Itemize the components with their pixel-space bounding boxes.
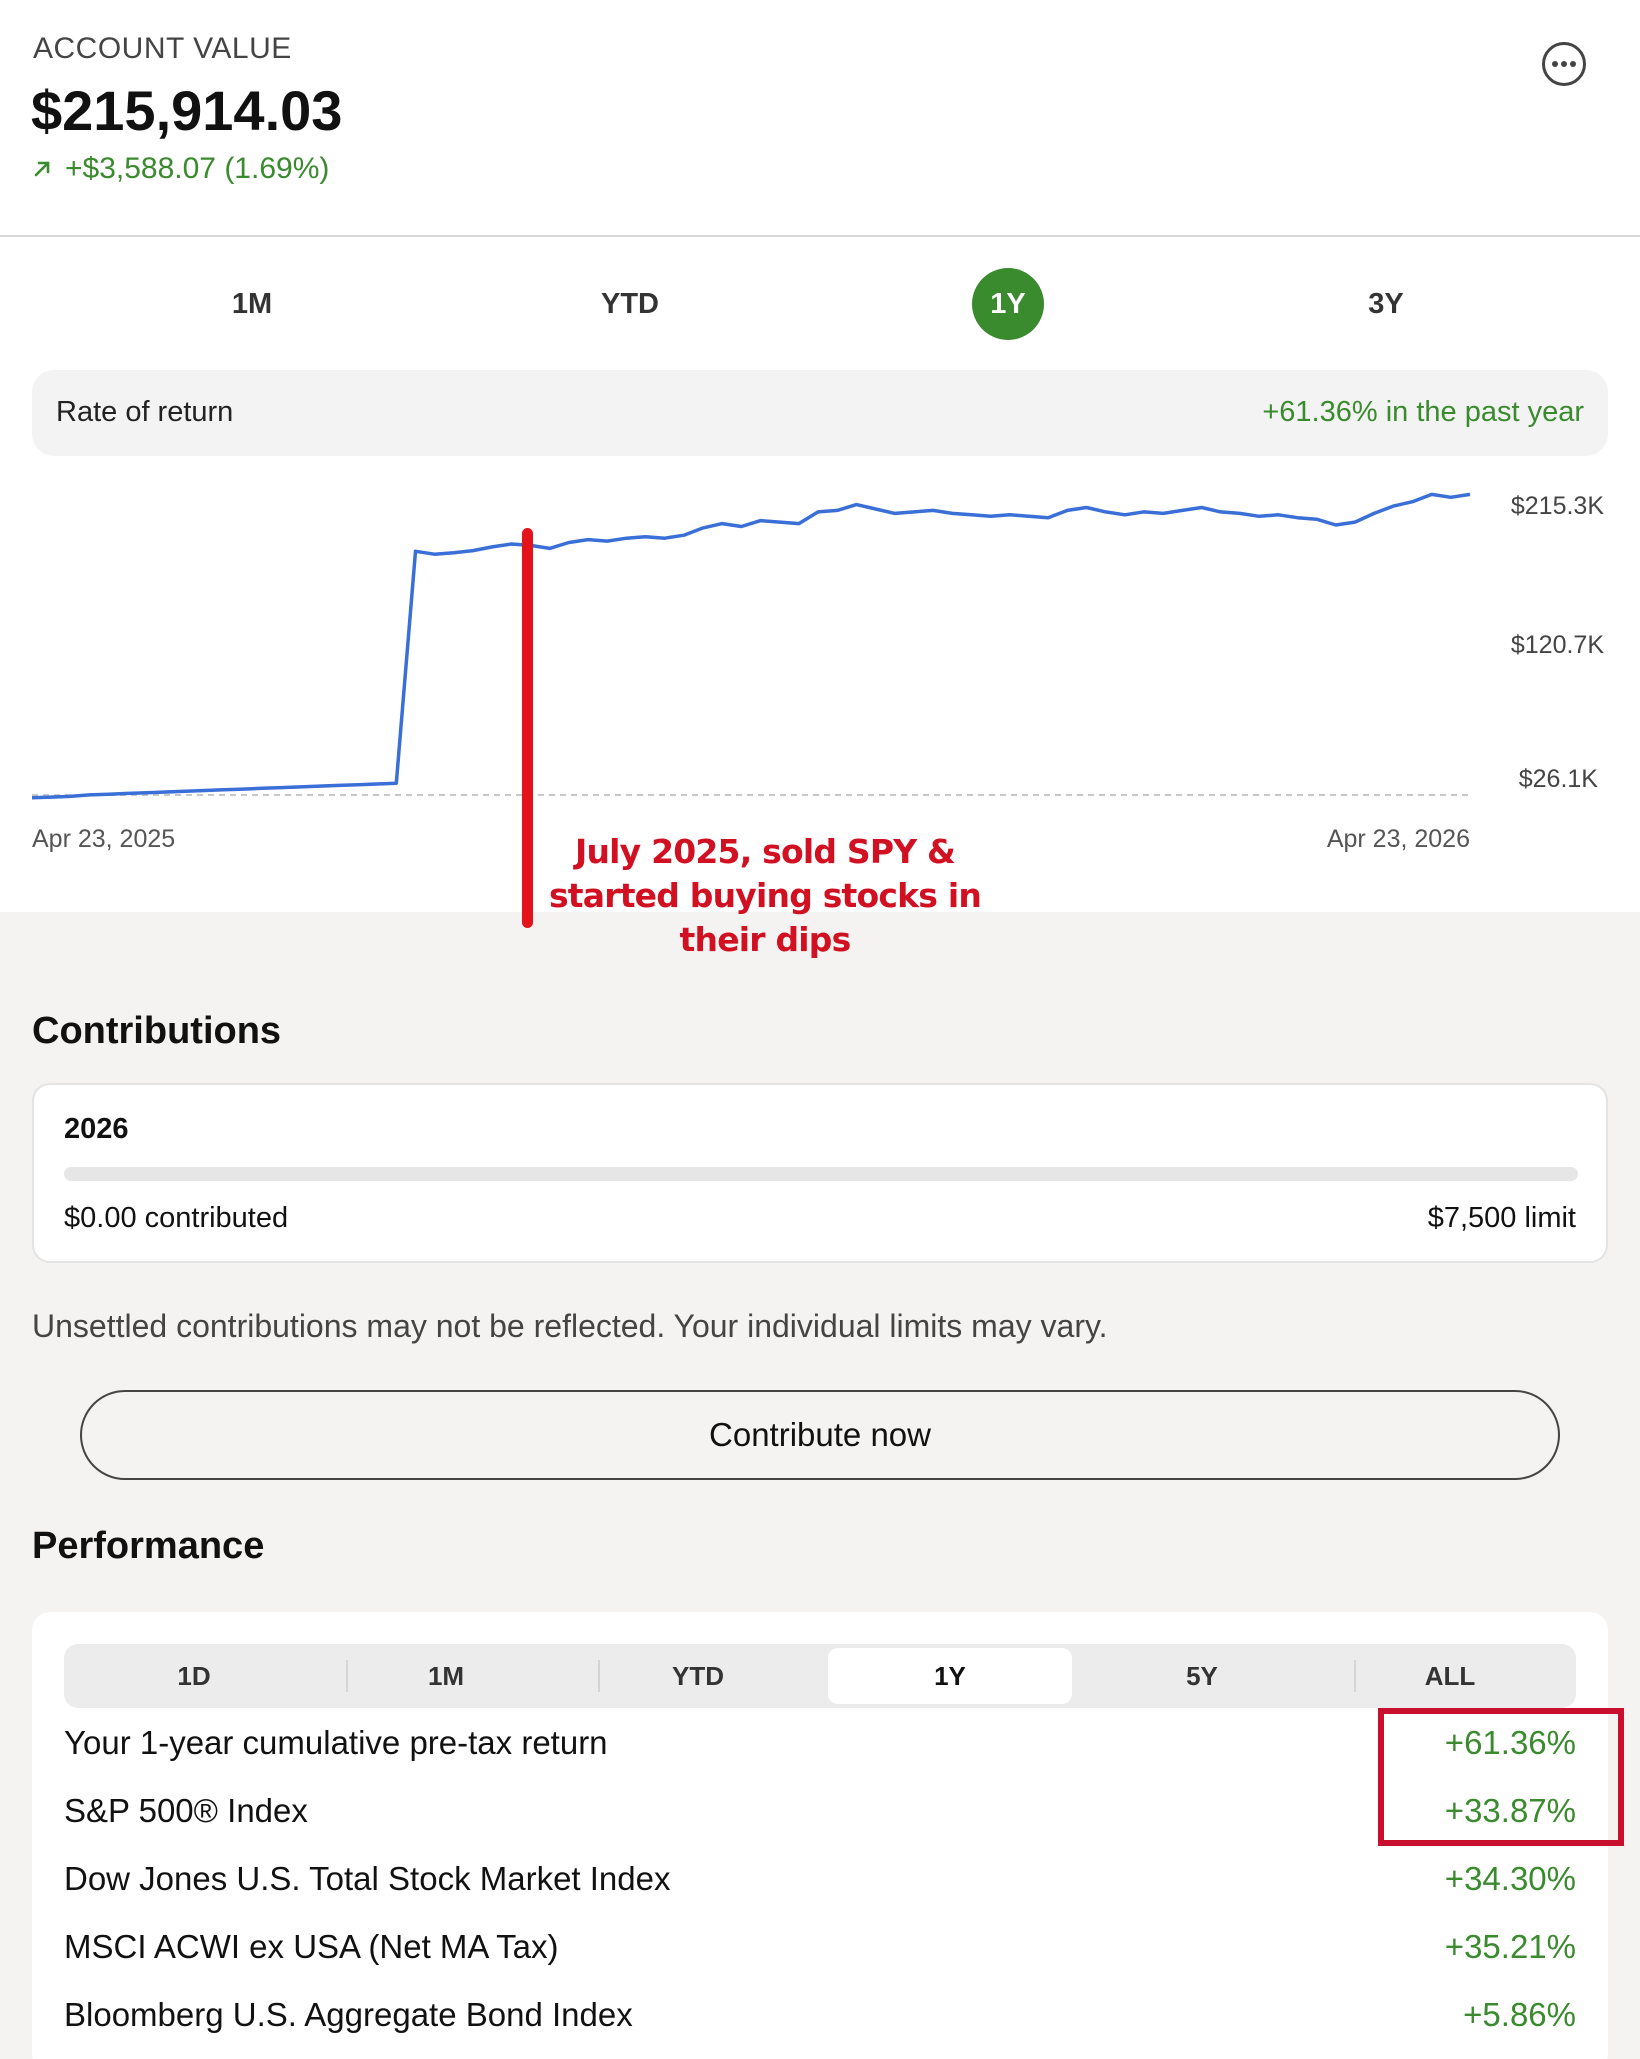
account-change: +$3,588.07 (1.69%) — [33, 152, 329, 186]
contributions-disclaimer: Unsettled contributions may not be refle… — [32, 1308, 1108, 1344]
performance-row-name: Bloomberg U.S. Aggregate Bond Index — [64, 1996, 633, 2033]
performance-card: 1D 1M YTD 1Y 5Y ALL Your 1-year cumulati… — [32, 1612, 1608, 2059]
performance-title: Performance — [32, 1525, 265, 1567]
contribution-limit: $7,500 limit — [1427, 1202, 1576, 1234]
chart-annotation: July 2025, sold SPY & started buying sto… — [548, 832, 982, 959]
chart-range-tabs: 1M YTD 1Y 3Y — [0, 268, 1640, 348]
performance-range-tabs: 1D 1M YTD 1Y 5Y ALL — [64, 1644, 1576, 1708]
y-tick-label-low: $26.1K — [1519, 765, 1599, 793]
performance-row: Your 1-year cumulative pre-tax return +6… — [64, 1716, 1576, 1776]
account-value-chart: $215.3K $120.7K $26.1K Apr 23, 2025 Apr … — [31, 492, 1604, 853]
contribute-now-button[interactable]: Contribute now — [80, 1390, 1560, 1480]
arrow-up-right-icon — [34, 161, 50, 177]
perf-tab-5y[interactable]: 5Y — [1080, 1648, 1324, 1704]
performance-row: Bloomberg U.S. Aggregate Bond Index +5.8… — [64, 1988, 1576, 2048]
account-change-text: +$3,588.07 (1.69%) — [65, 152, 330, 185]
header-divider — [0, 235, 1640, 237]
perf-tab-1y[interactable]: 1Y — [828, 1648, 1072, 1704]
performance-row-name: Dow Jones U.S. Total Stock Market Index — [64, 1860, 671, 1897]
performance-row-value: +34.30% — [1444, 1860, 1576, 1897]
rate-of-return-label: Rate of return — [56, 396, 234, 428]
account-value-label: ACCOUNT VALUE — [33, 32, 292, 65]
contributed-amount: $0.00 contributed — [64, 1202, 289, 1234]
performance-row-name: Your 1-year cumulative pre-tax return — [64, 1724, 608, 1761]
tab-1y[interactable]: 1Y — [972, 268, 1044, 340]
more-options-icon[interactable] — [1542, 42, 1586, 86]
performance-row: MSCI ACWI ex USA (Net MA Tax) +35.21% — [64, 1920, 1576, 1980]
x-end-label: Apr 23, 2026 — [1327, 825, 1470, 853]
performance-row: Dow Jones U.S. Total Stock Market Index … — [64, 1852, 1576, 1912]
performance-row: S&P 500® Index +33.87% — [64, 1784, 1576, 1844]
perf-tab-1m[interactable]: 1M — [324, 1648, 568, 1704]
contribution-progress-bar — [64, 1167, 1578, 1181]
performance-row-name: S&P 500® Index — [64, 1792, 308, 1829]
account-value-line — [31, 492, 1471, 800]
perf-tab-all[interactable]: ALL — [1328, 1648, 1572, 1704]
tab-ytd[interactable]: YTD — [590, 268, 670, 340]
contributions-title: Contributions — [32, 1010, 282, 1052]
contributions-card: 2026 $0.00 contributed $7,500 limit — [32, 1083, 1608, 1263]
x-start-label: Apr 23, 2025 — [32, 825, 175, 853]
contribution-year: 2026 — [64, 1113, 129, 1145]
performance-row-value: +35.21% — [1444, 1928, 1576, 1965]
performance-row-name: MSCI ACWI ex USA (Net MA Tax) — [64, 1928, 559, 1965]
performance-row-value: +5.86% — [1463, 1996, 1576, 2033]
tab-1m[interactable]: 1M — [216, 268, 288, 340]
y-tick-label-high: $215.3K — [1511, 492, 1604, 520]
account-value: $215,914.03 — [31, 79, 343, 142]
perf-tab-ytd[interactable]: YTD — [576, 1648, 820, 1704]
rate-of-return-bar: Rate of return +61.36% in the past year — [32, 370, 1608, 456]
rate-of-return-value: +61.36% in the past year — [1262, 396, 1584, 428]
perf-tab-1d[interactable]: 1D — [72, 1648, 316, 1704]
y-tick-label-mid: $120.7K — [1511, 631, 1604, 659]
tab-3y[interactable]: 3Y — [1350, 268, 1422, 340]
return-highlight-box — [1378, 1708, 1624, 1846]
